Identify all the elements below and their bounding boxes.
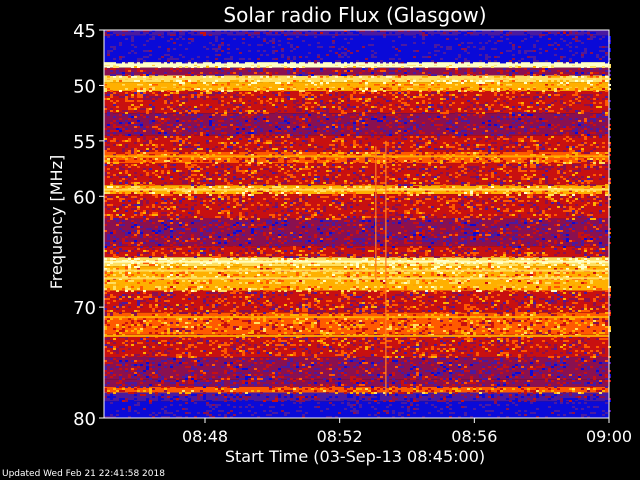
spectrogram-chart: Solar radio Flux (Glasgow) 455055607080 … [47,3,632,466]
chart-title: Solar radio Flux (Glasgow) [223,3,486,27]
bright-line-4 [104,188,609,191]
x-tick-label: 08:56 [451,427,497,446]
bright-line-0 [104,63,609,66]
x-tick-label: 09:00 [586,427,632,446]
y-tick-label: 45 [73,21,96,42]
x-axis-label: Start Time (03-Sep-13 08:45:00) [225,447,485,466]
bright-line-10 [104,334,609,337]
y-tick-label: 50 [73,76,96,97]
y-tick-label: 55 [73,132,96,153]
burst-0 [375,146,377,280]
update-timestamp: Updated Wed Feb 21 22:41:58 2018 [2,469,165,479]
y-tick-label: 70 [73,298,96,319]
y-tick-label: 60 [73,187,96,208]
bright-line-3 [104,155,609,158]
bright-line-9 [104,316,609,319]
x-tick-label: 08:52 [317,427,363,446]
y-axis-ticks: 45 50 55 60 70 80 [73,21,104,430]
burst-1 [385,140,387,396]
x-tick-label: 08:48 [182,427,228,446]
bright-line-6 [104,269,609,272]
y-tick-label: 80 [73,409,96,430]
bright-line-7 [104,277,609,280]
bright-line-5 [104,260,609,263]
bright-line-2 [104,85,609,88]
y-axis-label: Frequency [MHz] [47,155,66,289]
x-axis-ticks: 08:48 08:52 08:56 09:00 [182,418,632,446]
spectrogram-plot [103,29,611,419]
bright-line-8 [104,283,609,286]
bright-line-1 [104,77,609,80]
